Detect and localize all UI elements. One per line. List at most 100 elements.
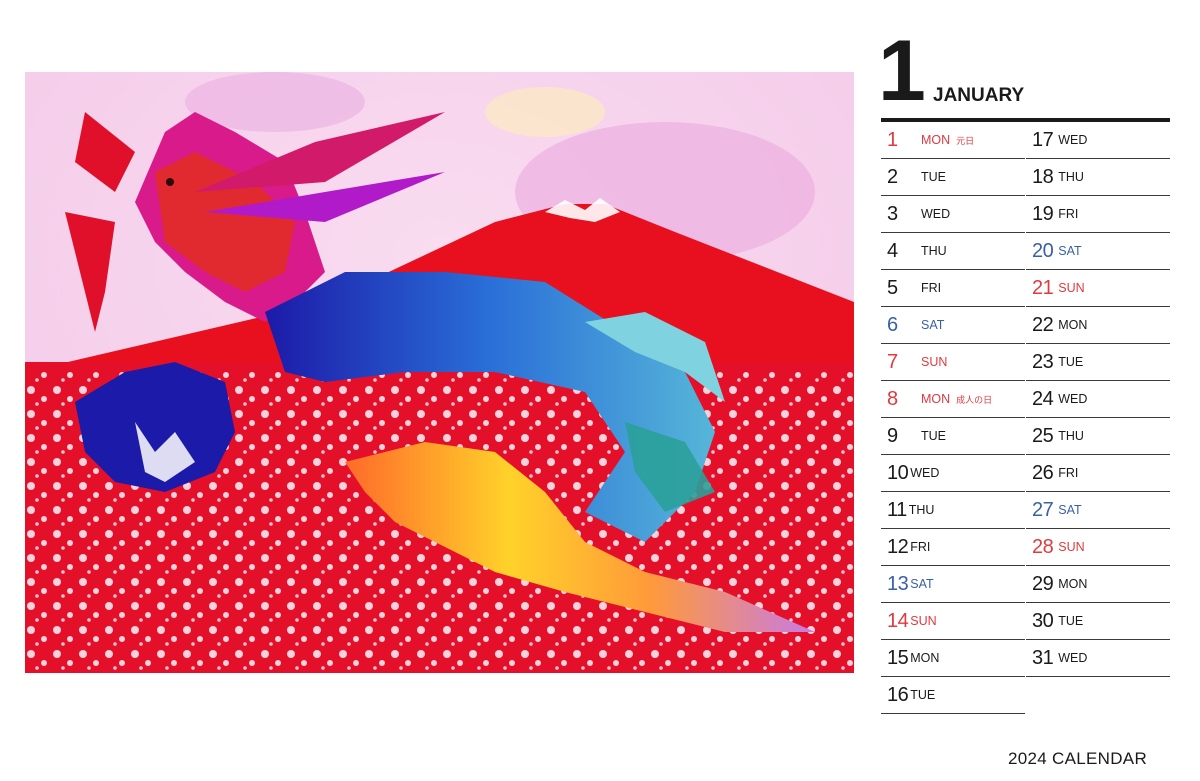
day-row: 10 WED — [881, 455, 1025, 492]
day-of-week: MON — [1058, 318, 1088, 332]
day-row: 19 FRI — [1026, 196, 1170, 233]
day-of-week: SUN — [1058, 281, 1085, 295]
day-number: 30 — [1032, 609, 1054, 632]
day-of-week: WED — [1058, 133, 1088, 147]
day-number: 24 — [1032, 387, 1054, 410]
day-number: 28 — [1032, 535, 1054, 558]
day-of-week: SUN — [921, 355, 948, 369]
day-row: 9 TUE — [881, 418, 1025, 455]
day-of-week: WED — [1058, 392, 1088, 406]
day-number: 22 — [1032, 313, 1054, 336]
day-row: 26 FRI — [1026, 455, 1170, 492]
day-number: 10 — [887, 461, 909, 484]
day-number: 3 — [887, 202, 899, 225]
day-row: 3 WED — [881, 196, 1025, 233]
day-of-week: THU — [908, 503, 935, 517]
day-row: 24 WED — [1026, 381, 1170, 418]
day-of-week: TUE — [910, 688, 936, 702]
day-number: 2 — [887, 165, 899, 188]
day-number: 25 — [1032, 424, 1054, 447]
day-row: 8 MON 成人の日 — [881, 381, 1025, 418]
day-number: 16 — [887, 683, 909, 706]
holiday-label: 元日 — [956, 135, 975, 146]
day-of-week: SAT — [910, 577, 934, 591]
day-number: 31 — [1032, 646, 1054, 669]
day-row: 7 SUN — [881, 344, 1025, 381]
day-row: 16 TUE — [881, 677, 1025, 714]
day-of-week: FRI — [1058, 466, 1079, 480]
day-number: 6 — [887, 313, 899, 336]
day-of-week: SAT — [1058, 503, 1082, 517]
day-row: 23 TUE — [1026, 344, 1170, 381]
day-number: 26 — [1032, 461, 1054, 484]
day-of-week: WED — [1058, 651, 1088, 665]
day-number: 19 — [1032, 202, 1054, 225]
day-row: 17 WED — [1026, 122, 1170, 159]
day-of-week: SAT — [1058, 244, 1082, 258]
day-row: 1 MON 元日 — [881, 122, 1025, 159]
calendar-footer: 2024 CALENDAR — [1008, 749, 1148, 768]
day-row: 2 TUE — [881, 159, 1025, 196]
day-number: 20 — [1032, 239, 1054, 262]
day-of-week: TUE — [921, 170, 946, 184]
day-number: 5 — [887, 276, 899, 299]
day-of-week: FRI — [910, 540, 931, 554]
day-row: 6 SAT — [881, 307, 1025, 344]
day-of-week: MON — [910, 651, 940, 665]
day-number: 11 — [887, 498, 907, 521]
day-column-right: 17 WED 18 THU 19 FRI 20 SAT 21 SUN 22 MON 23 TUE 24 WED… — [1026, 122, 1170, 677]
day-row: 18 THU — [1026, 159, 1170, 196]
day-number: 7 — [887, 350, 899, 373]
day-row: 21 SUN — [1026, 270, 1170, 307]
day-row: 29 MON — [1026, 566, 1170, 603]
day-number: 15 — [887, 646, 909, 669]
day-of-week: SUN — [910, 614, 937, 628]
day-number: 9 — [887, 424, 899, 447]
holiday-label: 成人の日 — [956, 394, 993, 405]
day-row: 5 FRI — [881, 270, 1025, 307]
day-of-week: SUN — [1058, 540, 1085, 554]
day-row: 28 SUN — [1026, 529, 1170, 566]
day-of-week: MON — [921, 133, 951, 147]
month-name: JANUARY — [933, 85, 1025, 106]
day-number: 21 — [1032, 276, 1054, 299]
day-of-week: TUE — [1058, 355, 1084, 369]
day-number: 18 — [1032, 165, 1054, 188]
day-number: 1 — [887, 128, 899, 151]
day-row: 27 SAT — [1026, 492, 1170, 529]
day-of-week: THU — [1058, 170, 1084, 184]
day-of-week: TUE — [1058, 614, 1084, 628]
day-number: 17 — [1032, 128, 1054, 151]
day-number: 29 — [1032, 572, 1054, 595]
day-of-week: WED — [921, 207, 951, 221]
day-row: 11 THU — [881, 492, 1025, 529]
day-number: 12 — [887, 535, 909, 558]
day-of-week: TUE — [921, 429, 946, 443]
day-row: 25 THU — [1026, 418, 1170, 455]
dragon-fuji-artwork — [25, 72, 854, 673]
day-number: 8 — [887, 387, 899, 410]
day-of-week: MON — [1058, 577, 1088, 591]
day-column-left: 1 MON 元日 2 TUE 3 WED 4 THU 5 FRI 6 SAT 7 SUN 8 MON 成人の日 9 T… — [881, 122, 1025, 714]
day-of-week: MON — [921, 392, 951, 406]
day-row: 12 FRI — [881, 529, 1025, 566]
day-number: 23 — [1032, 350, 1054, 373]
month-number: 1 — [878, 23, 926, 119]
day-row: 4 THU — [881, 233, 1025, 270]
day-row: 15 MON — [881, 640, 1025, 677]
day-row: 31 WED — [1026, 640, 1170, 677]
day-of-week: THU — [921, 244, 947, 258]
day-number: 4 — [887, 239, 899, 262]
day-row: 22 MON — [1026, 307, 1170, 344]
day-of-week: WED — [910, 466, 940, 480]
day-number: 14 — [887, 609, 909, 632]
day-of-week: THU — [1058, 429, 1084, 443]
day-row: 13 SAT — [881, 566, 1025, 603]
day-row: 30 TUE — [1026, 603, 1170, 640]
day-of-week: FRI — [921, 281, 942, 295]
day-of-week: SAT — [921, 318, 945, 332]
day-of-week: FRI — [1058, 207, 1079, 221]
day-row: 14 SUN — [881, 603, 1025, 640]
day-row: 20 SAT — [1026, 233, 1170, 270]
day-number: 27 — [1032, 498, 1054, 521]
